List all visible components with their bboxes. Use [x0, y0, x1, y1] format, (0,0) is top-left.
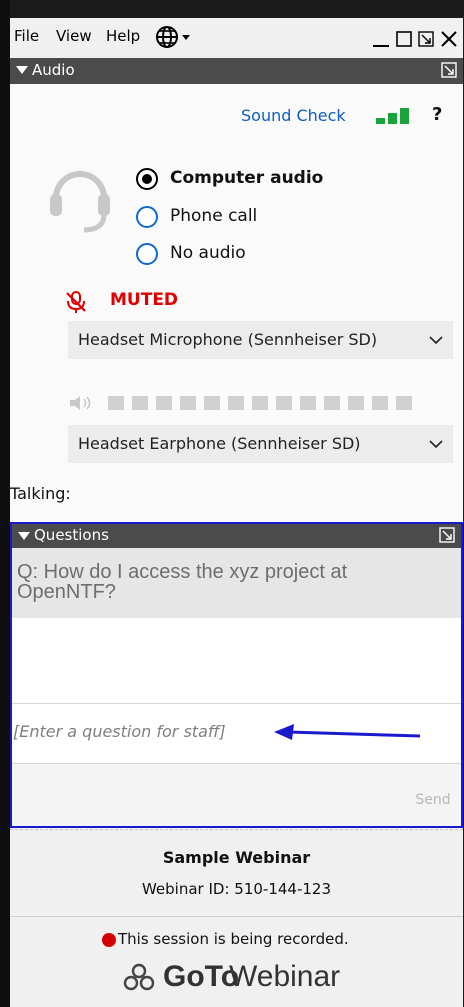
level-segment — [372, 396, 388, 410]
level-segment — [180, 396, 196, 410]
radio-phone-call[interactable] — [136, 206, 158, 228]
brand-webinar: Webinar — [229, 960, 341, 993]
record-dot-icon — [102, 933, 116, 947]
globe-icon[interactable] — [155, 24, 195, 50]
background-edge — [0, 0, 10, 1007]
screen: File View Help Audio Sound Check ? Compu… — [0, 0, 464, 1007]
option-label: Phone call — [170, 206, 258, 226]
divider — [10, 916, 463, 917]
minimize-icon[interactable] — [371, 30, 391, 50]
speaker-level-meter — [108, 396, 428, 412]
headset-icon — [50, 171, 110, 233]
chevron-down-icon[interactable] — [429, 333, 443, 347]
menu-view[interactable]: View — [56, 27, 92, 45]
window-controls — [369, 22, 459, 52]
level-segment — [108, 396, 124, 410]
collapse-triangle-icon[interactable] — [18, 532, 30, 540]
sound-check-link[interactable]: Sound Check — [241, 106, 346, 125]
question-input[interactable] — [13, 716, 273, 746]
level-segment — [300, 396, 316, 410]
option-label: No audio — [170, 243, 246, 263]
talking-label: Talking: — [10, 484, 71, 503]
option-label: Computer audio — [170, 168, 324, 188]
level-segment — [228, 396, 244, 410]
microphone-select[interactable]: Headset Microphone (Sennheiser SD) — [68, 321, 453, 359]
level-segment — [396, 396, 412, 410]
questions-panel: Questions Q: How do I access the xyz pro… — [10, 522, 463, 828]
question-input-row — [12, 704, 461, 764]
level-segment — [348, 396, 364, 410]
speaker-select[interactable]: Headset Earphone (Sennheiser SD) — [68, 425, 453, 463]
signal-icon — [376, 108, 409, 124]
webinar-window: File View Help Audio Sound Check ? Compu… — [10, 18, 463, 1007]
divider — [10, 829, 463, 831]
muted-label: MUTED — [110, 290, 179, 310]
popout-icon[interactable] — [417, 30, 435, 48]
speaker-icon — [70, 396, 91, 410]
question-list-area — [12, 618, 461, 704]
level-segment — [132, 396, 148, 410]
webinar-name: Sample Webinar — [162, 848, 311, 867]
speaker-value: Headset Earphone (Sennheiser SD) — [78, 434, 361, 453]
audio-popout-icon[interactable] — [441, 62, 457, 78]
close-icon[interactable] — [439, 29, 459, 49]
questions-panel-header[interactable]: Questions — [12, 524, 461, 548]
questions-popout-icon[interactable] — [439, 527, 455, 543]
question-history: Q: How do I access the xyz project at Op… — [12, 548, 461, 618]
help-icon[interactable]: ? — [432, 104, 442, 125]
menu-bar: File View Help — [10, 18, 463, 58]
radio-computer-audio[interactable] — [136, 168, 158, 190]
collapse-triangle-icon[interactable] — [16, 66, 28, 74]
restore-icon[interactable] — [395, 30, 413, 48]
microphone-value: Headset Microphone (Sennheiser SD) — [78, 330, 378, 349]
brand-goto: GoTo — [163, 960, 240, 993]
menu-help[interactable]: Help — [106, 27, 140, 45]
arrow-icon — [274, 724, 421, 740]
recording-text: This session is being recorded. — [118, 930, 349, 948]
gotowebinar-logo-icon — [123, 963, 155, 991]
questions-panel-title: Questions — [34, 526, 109, 544]
webinar-id: Webinar ID: 510-144-123 — [141, 880, 332, 898]
level-segment — [252, 396, 268, 410]
audio-panel-title: Audio — [32, 61, 75, 79]
chevron-down-icon[interactable] — [429, 437, 443, 451]
level-segment — [204, 396, 220, 410]
level-segment — [324, 396, 340, 410]
audio-panel-body: Sound Check ? Computer audio Phone call — [10, 84, 463, 524]
radio-no-audio[interactable] — [136, 243, 158, 265]
question-text: Q: How do I access the xyz project at Op… — [17, 561, 348, 603]
send-button[interactable]: Send — [411, 786, 455, 814]
audio-panel-header[interactable]: Audio — [10, 58, 463, 84]
menu-file[interactable]: File — [14, 27, 39, 45]
send-row: Send — [12, 764, 461, 826]
level-segment — [156, 396, 172, 410]
mic-muted-icon[interactable] — [64, 290, 88, 314]
level-segment — [276, 396, 292, 410]
